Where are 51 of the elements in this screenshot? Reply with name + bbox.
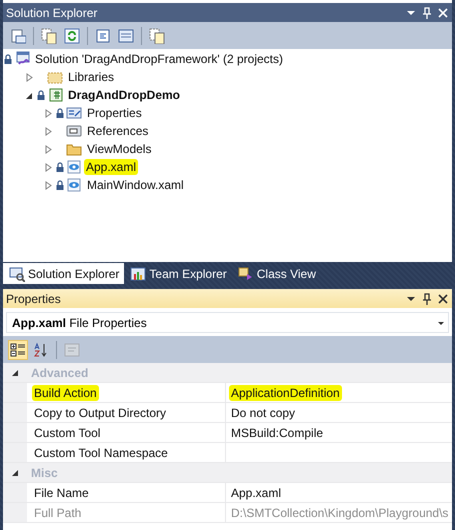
xaml-file-icon [66,159,82,175]
expand-arrow-icon[interactable] [44,108,53,118]
project-icon [47,87,63,103]
property-name: File Name [33,484,90,500]
copy-icon[interactable] [41,28,57,44]
tree-item[interactable]: Libraries [65,69,118,85]
property-value[interactable]: Do not copy [229,404,298,420]
tree-item[interactable]: References [84,123,152,139]
collapse-arrow-icon[interactable] [11,368,19,376]
document-icon[interactable] [95,28,111,44]
tree-item[interactable]: Properties [84,105,145,121]
team-explorer-icon [130,266,146,282]
collapse-arrow-icon[interactable] [11,468,19,476]
property-value[interactable]: App.xaml [229,484,284,500]
property-name: Build Action [32,384,99,400]
expand-arrow-icon[interactable] [44,144,53,154]
class-view-icon [238,266,254,282]
expand-arrow-icon[interactable] [25,72,34,82]
collapse-arrow-icon[interactable] [25,90,34,100]
expand-arrow-icon[interactable] [44,162,53,172]
object-selector[interactable]: App.xaml File Properties [6,312,449,333]
copy-icon[interactable] [149,28,165,44]
refresh-icon[interactable] [64,28,80,44]
property-name: Full Path [33,504,82,520]
panel-title: Properties [6,292,61,306]
property-name: Custom Tool [33,424,102,440]
tab[interactable]: Team Explorer [124,263,232,284]
tab[interactable]: Class View [232,263,321,284]
category-heading: Misc [30,464,58,482]
category-heading: Advanced [30,364,88,382]
xaml-file-icon [66,177,82,193]
panel-title: Solution Explorer [6,6,98,20]
pin-icon[interactable] [421,292,433,304]
expand-arrow-icon[interactable] [44,126,53,136]
property-value[interactable]: ApplicationDefinition [229,384,342,400]
property-name: Copy to Output Directory [33,404,168,420]
tree-item[interactable]: ViewModels [84,141,154,157]
property-name: Custom Tool Namespace [33,444,169,460]
tree-item[interactable]: App.xaml [84,159,138,175]
categorized-icon[interactable] [10,342,26,358]
tree-item[interactable]: MainWindow.xaml [84,177,187,193]
sort-icon[interactable] [33,342,49,358]
tree-item[interactable]: Solution 'DragAndDropFramework' (2 projects) [32,51,286,67]
tab[interactable]: Solution Explorer [3,263,124,284]
references-icon [66,123,82,139]
expand-arrow-icon[interactable] [44,180,53,190]
solution-explorer-icon [9,266,25,282]
solution-icon [14,51,30,67]
tree-item[interactable]: DragAndDropDemo [65,87,184,103]
close-icon[interactable] [437,292,449,304]
property-value[interactable]: MSBuild:Compile [229,424,326,440]
